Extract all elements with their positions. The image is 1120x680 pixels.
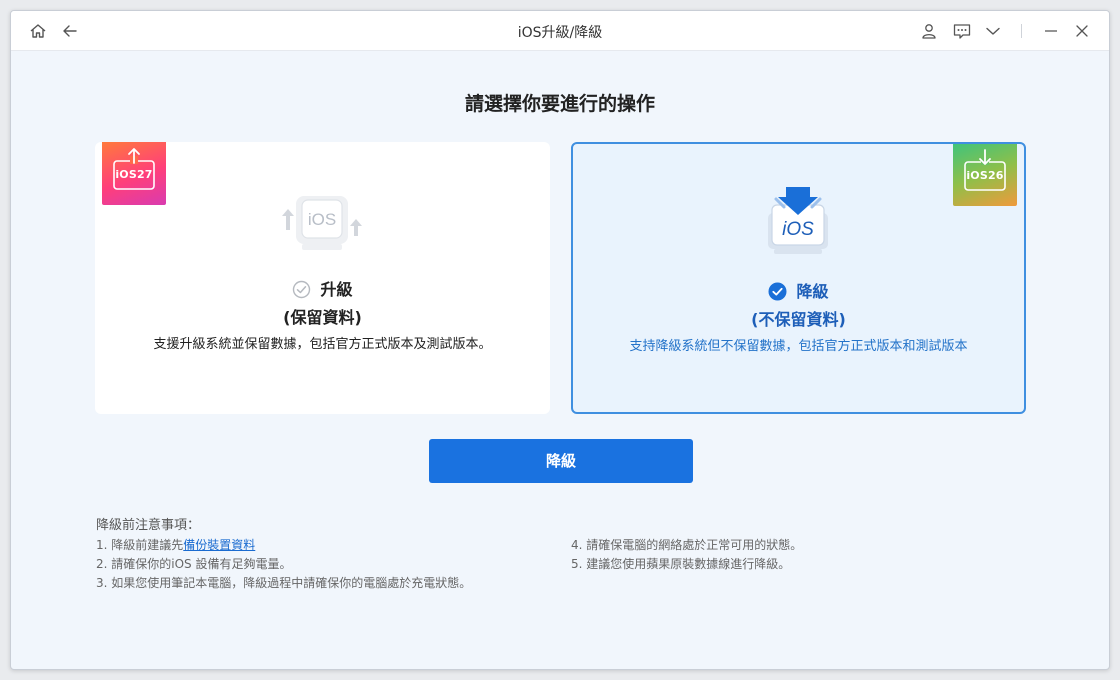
ios-downgrade-illustration: iOS bbox=[748, 183, 848, 263]
downgrade-option-title: 降級 bbox=[573, 278, 1024, 302]
check-circle-icon bbox=[292, 280, 311, 299]
minimize-icon[interactable] bbox=[1041, 21, 1061, 41]
upgrade-label: 升級 bbox=[320, 280, 353, 299]
upgrade-subtitle: (保留資料) bbox=[283, 308, 362, 327]
upgrade-description: 支援升級系統並保留數據，包括官方正式版本及測試版本。 bbox=[153, 337, 492, 352]
downgrade-description: 支持降級系統但不保留數據，包括官方正式版本和測試版本 bbox=[629, 339, 968, 354]
title-bar: iOS升級/降級 bbox=[11, 11, 1109, 51]
downgrade-button[interactable]: 降級 bbox=[429, 439, 693, 483]
ios27-badge: iOS27 bbox=[102, 142, 166, 205]
backup-device-link[interactable]: 備份裝置資料 bbox=[183, 538, 255, 552]
note-1-text: 1. 降級前建議先 bbox=[96, 538, 184, 552]
note-4: 4. 請確保電腦的網絡處於正常可用的狀態。 bbox=[571, 538, 803, 552]
note-3: 3. 如果您使用筆記本電腦，降級過程中請確保你的電腦處於充電狀態。 bbox=[96, 576, 472, 590]
close-icon[interactable] bbox=[1072, 21, 1092, 41]
chevron-down-icon[interactable] bbox=[983, 21, 1003, 41]
ios26-badge: iOS26 bbox=[953, 144, 1017, 206]
ios-upgrade-illustration: iOS bbox=[272, 182, 372, 262]
ios-illustration-text: iOS bbox=[782, 219, 814, 240]
app-window: iOS升級/降級 請選擇你要進行的操作 iOS27 iOS 升級 (保留資料) … bbox=[10, 10, 1110, 670]
badge-label: iOS26 bbox=[966, 169, 1004, 182]
note-2: 2. 請確保你的iOS 設備有足夠電量。 bbox=[96, 557, 292, 571]
check-circle-filled-icon bbox=[768, 282, 787, 301]
ios-illustration-text: iOS bbox=[308, 210, 336, 229]
titlebar-separator bbox=[1021, 24, 1022, 38]
downgrade-option-card[interactable]: iOS26 iOS 降級 (不保留資料) 支持降級系統但不保留數據，包括官方正式… bbox=[571, 142, 1026, 414]
upgrade-option-title: 升級 bbox=[95, 276, 550, 300]
account-icon[interactable] bbox=[919, 21, 939, 41]
downgrade-label: 降級 bbox=[796, 282, 829, 301]
window-title: iOS升級/降級 bbox=[517, 25, 603, 41]
upgrade-option-card[interactable]: iOS27 iOS 升級 (保留資料) 支援升級系統並保留數據，包括官方正式版本… bbox=[95, 142, 550, 414]
page-heading: 請選擇你要進行的操作 bbox=[464, 93, 655, 115]
badge-label: iOS27 bbox=[115, 168, 153, 181]
feedback-icon[interactable] bbox=[952, 21, 972, 41]
notes-title: 降級前注意事項： bbox=[96, 518, 201, 533]
note-5: 5. 建議您使用蘋果原裝數據線進行降級。 bbox=[571, 557, 791, 571]
downgrade-subtitle: (不保留資料) bbox=[751, 310, 846, 329]
note-1: 1. 降級前建議先備份裝置資料 bbox=[96, 536, 255, 553]
